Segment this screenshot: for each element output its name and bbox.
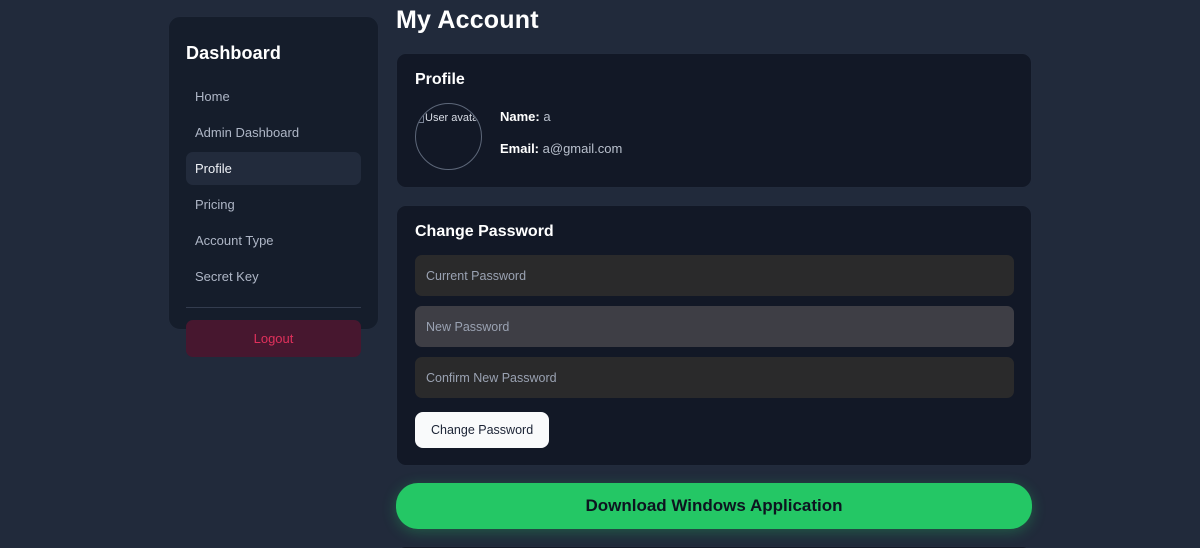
profile-card: Profile User avatar Name: a Email: a@gma… (396, 53, 1032, 188)
profile-name-value: a (543, 109, 551, 124)
profile-body: User avatar Name: a Email: a@gmail.com (415, 103, 1014, 170)
sidebar-nav-list: Home Admin Dashboard Profile Pricing Acc… (186, 80, 361, 293)
profile-name-row: Name: a (500, 109, 622, 124)
sidebar-item-admin-dashboard[interactable]: Admin Dashboard (186, 116, 361, 149)
sidebar-item-pricing[interactable]: Pricing (186, 188, 361, 221)
change-password-card-title: Change Password (415, 223, 554, 240)
confirm-new-password-input[interactable] (415, 357, 1014, 398)
avatar-alt-label: User avatar (425, 112, 482, 124)
main-content: My Account Profile User avatar Name: a E… (396, 0, 1032, 548)
page-title: My Account (396, 6, 539, 34)
change-password-submit-button[interactable]: Change Password (415, 412, 550, 448)
sidebar-item-home[interactable]: Home (186, 80, 361, 113)
sidebar-item-account-type[interactable]: Account Type (186, 224, 361, 257)
profile-card-title: Profile (415, 71, 465, 88)
logout-button[interactable]: Logout (186, 320, 361, 357)
avatar: User avatar (415, 103, 482, 170)
sidebar-title: Dashboard (186, 43, 281, 63)
profile-name-label: Name: (500, 109, 540, 124)
change-password-card: Change Password Change Password (396, 205, 1032, 466)
profile-email-row: Email: a@gmail.com (500, 141, 622, 156)
new-password-input[interactable] (415, 306, 1014, 347)
avatar-alt-text: User avatar (417, 111, 482, 126)
broken-image-icon (417, 115, 424, 123)
profile-email-value: a@gmail.com (542, 141, 623, 156)
profile-email-label: Email: (500, 141, 540, 156)
current-password-input[interactable] (415, 255, 1014, 296)
sidebar-item-secret-key[interactable]: Secret Key (186, 260, 361, 293)
download-windows-application-button[interactable]: Download Windows Application (396, 483, 1032, 529)
sidebar-item-profile[interactable]: Profile (186, 152, 361, 185)
sidebar-nav: Home Admin Dashboard Profile Pricing Acc… (186, 80, 361, 293)
sidebar-divider (186, 307, 361, 308)
sidebar: Dashboard Home Admin Dashboard Profile P… (168, 16, 379, 357)
account-page: Dashboard Home Admin Dashboard Profile P… (0, 0, 1200, 548)
profile-fields: Name: a Email: a@gmail.com (500, 103, 622, 156)
